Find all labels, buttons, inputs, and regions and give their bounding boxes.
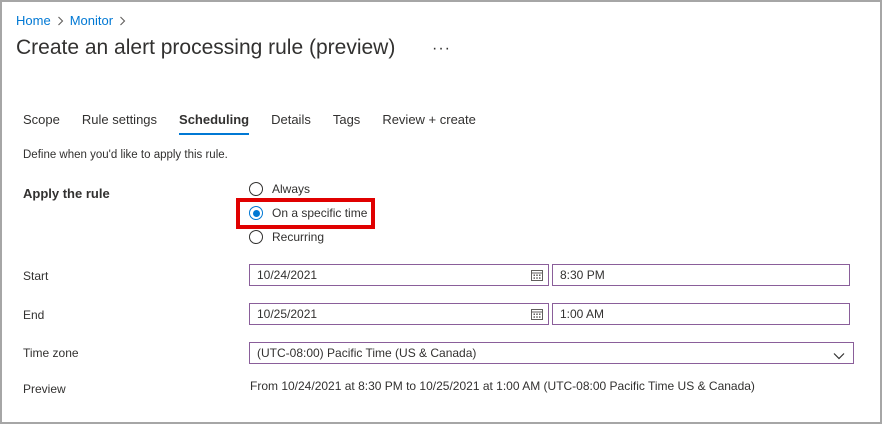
chevron-down-icon[interactable] xyxy=(833,349,845,363)
start-time-value: 8:30 PM xyxy=(560,268,605,282)
start-time-input[interactable]: 8:30 PM xyxy=(552,264,850,286)
tab-tags[interactable]: Tags xyxy=(333,112,360,133)
apply-rule-label: Apply the rule xyxy=(23,186,110,201)
calendar-icon[interactable] xyxy=(531,269,543,284)
tab-rule-settings[interactable]: Rule settings xyxy=(82,112,157,133)
start-date-value: 10/24/2021 xyxy=(257,268,318,282)
tab-scope[interactable]: Scope xyxy=(23,112,60,133)
timezone-select[interactable]: (UTC-08:00) Pacific Time (US & Canada) xyxy=(249,342,854,364)
timezone-value: (UTC-08:00) Pacific Time (US & Canada) xyxy=(257,346,477,360)
end-time-input[interactable]: 1:00 AM xyxy=(552,303,850,325)
end-time-value: 1:00 AM xyxy=(560,307,605,321)
radio-always[interactable]: Always xyxy=(249,182,310,196)
tab-details[interactable]: Details xyxy=(271,112,311,133)
end-date-value: 10/25/2021 xyxy=(257,307,318,321)
preview-text: From 10/24/2021 at 8:30 PM to 10/25/2021… xyxy=(250,379,755,393)
end-date-input[interactable]: 10/25/2021 xyxy=(249,303,549,325)
page-title: Create an alert processing rule (preview… xyxy=(16,36,396,59)
highlight-annotation-box xyxy=(236,198,375,229)
section-description: Define when you'd like to apply this rul… xyxy=(23,149,228,161)
tab-scheduling[interactable]: Scheduling xyxy=(179,112,250,135)
breadcrumb: Home Monitor xyxy=(16,13,132,28)
radio-circle[interactable] xyxy=(249,182,263,196)
breadcrumb-monitor-link[interactable]: Monitor xyxy=(70,13,113,28)
radio-circle[interactable] xyxy=(249,230,263,244)
chevron-right-icon xyxy=(119,16,126,26)
tab-review-create[interactable]: Review + create xyxy=(382,112,476,133)
preview-label: Preview xyxy=(23,382,66,396)
start-date-input[interactable]: 10/24/2021 xyxy=(249,264,549,286)
start-label: Start xyxy=(23,269,49,283)
timezone-label: Time zone xyxy=(23,346,79,360)
calendar-icon[interactable] xyxy=(531,308,543,323)
breadcrumb-home-link[interactable]: Home xyxy=(16,13,51,28)
tab-bar: Scope Rule settings Scheduling Details T… xyxy=(23,112,498,135)
radio-recurring[interactable]: Recurring xyxy=(249,230,324,244)
radio-label-recurring: Recurring xyxy=(272,230,325,244)
chevron-right-icon xyxy=(57,16,64,26)
more-options-button[interactable]: ··· xyxy=(432,40,451,58)
radio-label-always: Always xyxy=(272,182,311,196)
end-label: End xyxy=(23,308,45,322)
window-frame: Home Monitor Create an alert processing … xyxy=(0,0,882,424)
